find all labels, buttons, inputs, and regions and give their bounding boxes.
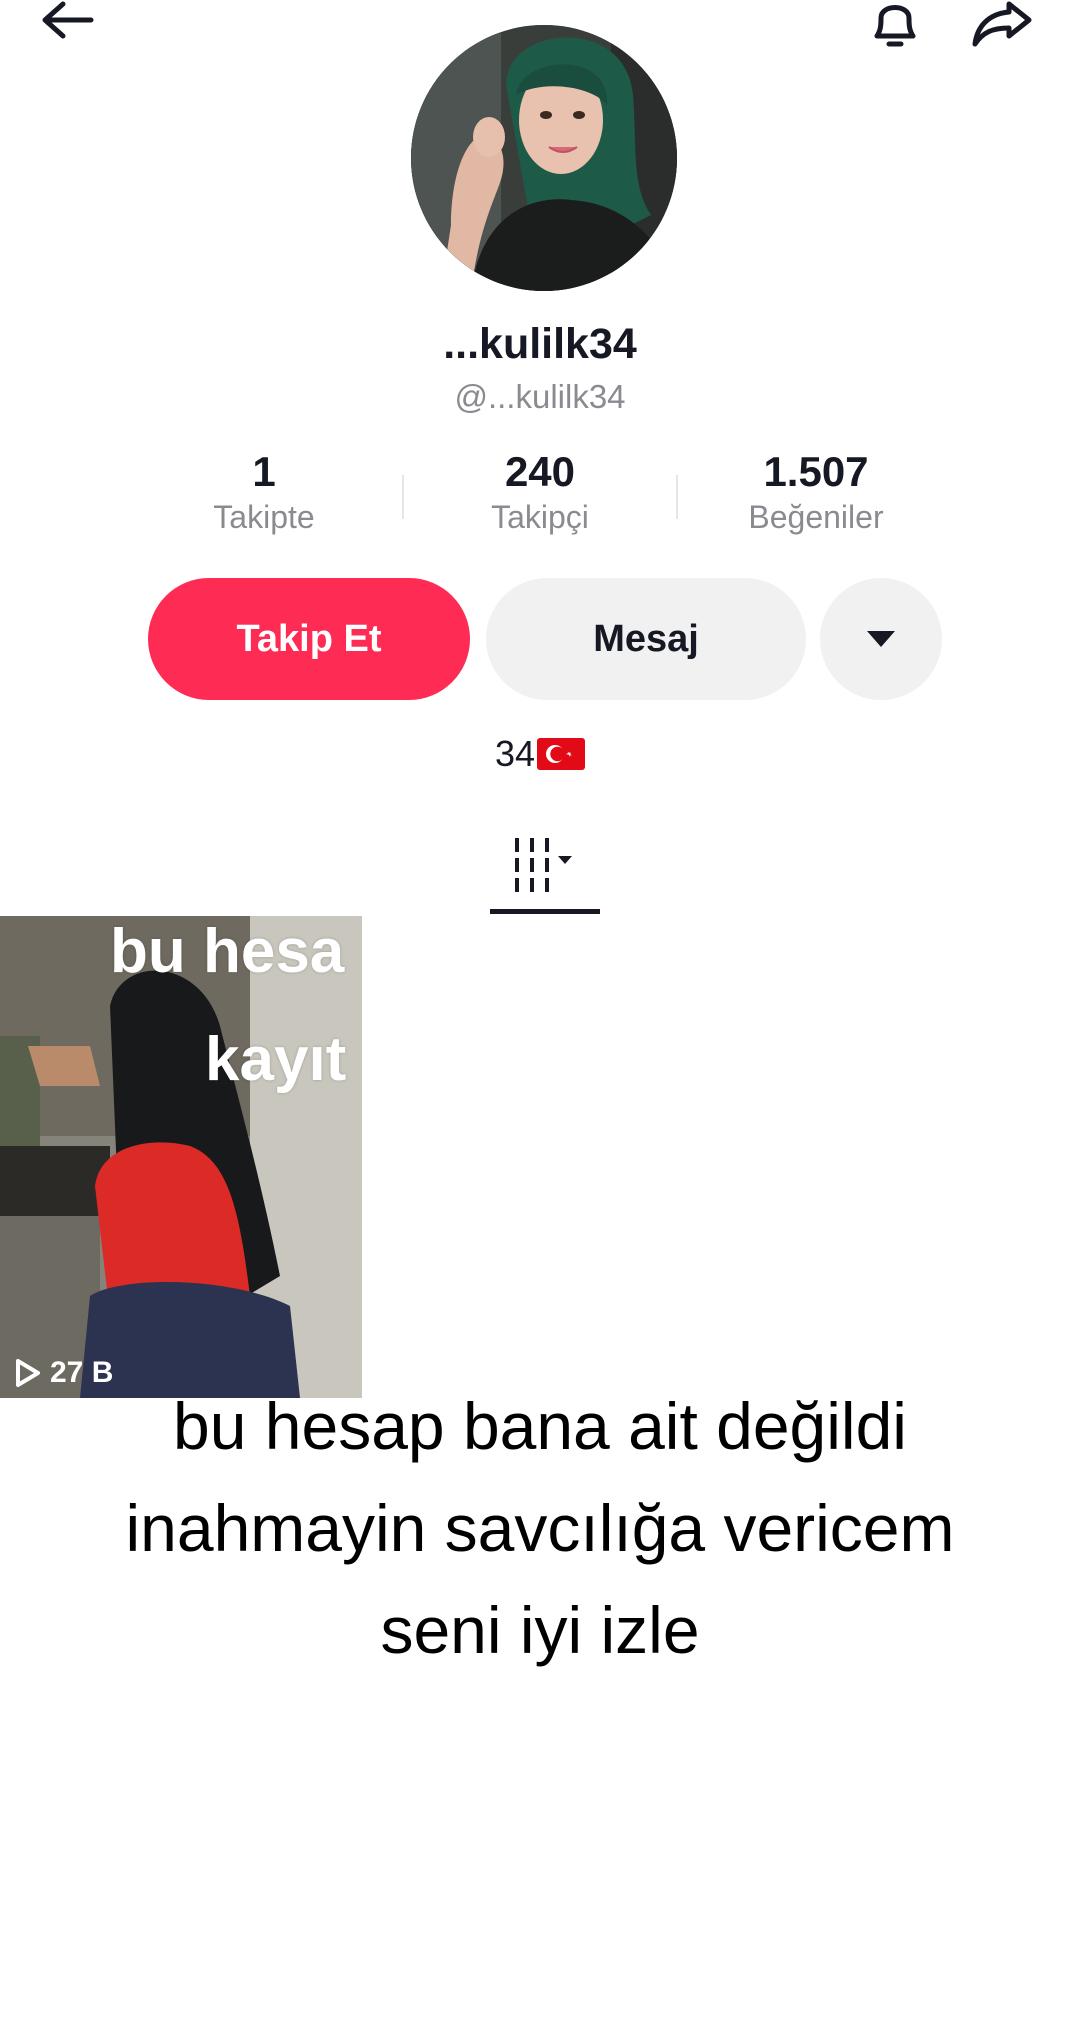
share-button[interactable] xyxy=(957,0,1047,50)
tab-videos[interactable] xyxy=(490,832,600,914)
following-count: 1 xyxy=(252,448,276,495)
bio: 34 xyxy=(0,733,1080,775)
likes-label: Beğeniler xyxy=(748,499,884,535)
grid-icon xyxy=(515,838,572,892)
turkey-flag-icon xyxy=(537,738,586,770)
more-options-button[interactable] xyxy=(820,578,942,700)
display-name: ...kulilk34 xyxy=(443,320,637,368)
avatar-photo xyxy=(411,25,677,291)
video-overlay-text-2: kayıt xyxy=(205,1025,347,1094)
username-handle: @...kulilk34 xyxy=(454,378,626,415)
following-label: Takipte xyxy=(213,499,315,535)
followers-stat[interactable]: 240 Takipçi xyxy=(410,447,670,537)
stat-divider xyxy=(676,475,678,519)
likes-count: 1.507 xyxy=(763,448,869,495)
followers-count: 240 xyxy=(504,448,576,495)
likes-stat[interactable]: 1.507 Beğeniler xyxy=(686,447,946,537)
caption-line: bu hesap bana ait değildi xyxy=(173,1389,907,1463)
back-button[interactable] xyxy=(22,0,112,50)
following-stat[interactable]: 1 Takipte xyxy=(134,447,394,537)
bio-text: 34 xyxy=(494,733,536,774)
caption-line: seni iyi izle xyxy=(380,1593,700,1667)
message-button[interactable]: Mesaj xyxy=(486,578,806,700)
bell-icon xyxy=(874,5,916,47)
caret-down-icon xyxy=(867,631,895,647)
video-frame xyxy=(0,916,362,1398)
caption-line: inahmayin savcılığa vericem xyxy=(125,1491,955,1565)
caption-text: bu hesap bana ait değildi inahmayin savc… xyxy=(0,1375,1080,1681)
back-arrow-icon xyxy=(42,1,94,39)
stat-divider xyxy=(402,475,404,519)
video-overlay-text-1: bu hesa xyxy=(110,917,345,986)
share-arrow-icon xyxy=(972,1,1032,47)
profile-stats: 1 Takipte 240 Takipçi 1.507 Beğeniler xyxy=(0,447,1080,557)
tab-active-indicator xyxy=(490,909,600,914)
follow-button[interactable]: Takip Et xyxy=(148,578,470,700)
profile-avatar[interactable] xyxy=(411,25,677,291)
followers-label: Takipçi xyxy=(491,499,589,535)
notification-button[interactable] xyxy=(850,0,940,50)
video-thumbnail[interactable]: bu hesa kayıt 27 B xyxy=(0,916,362,1398)
